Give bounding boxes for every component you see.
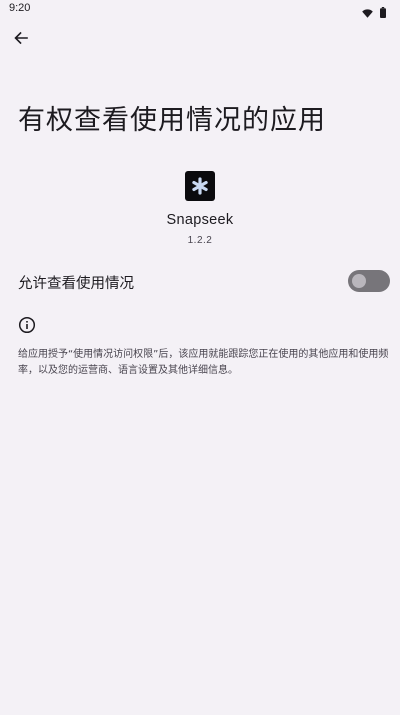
status-time: 9:20 (9, 2, 31, 14)
snapseek-app-icon (185, 171, 215, 201)
arrow-left-icon (13, 30, 29, 50)
usage-access-switch[interactable] (348, 270, 390, 292)
status-bar: 9:20 (0, 0, 400, 18)
toggle-label: 允许查看使用情况 (18, 276, 134, 292)
status-icons (362, 3, 386, 22)
asterisk-icon (192, 177, 208, 195)
app-name: Snapseek (166, 212, 234, 228)
back-button[interactable] (8, 27, 34, 53)
wifi-icon (362, 3, 373, 22)
info-description: 给应用授予“使用情况访问权限”后，该应用就能跟踪您正在使用的其他应用和使用频率，… (18, 349, 389, 376)
switch-thumb (352, 274, 366, 288)
usage-access-toggle-row[interactable]: 允许查看使用情况 (0, 262, 400, 302)
app-version: 1.2.2 (187, 235, 213, 246)
info-icon (18, 316, 36, 334)
battery-icon (380, 3, 386, 22)
page-title: 有权查看使用情况的应用 (18, 105, 326, 136)
